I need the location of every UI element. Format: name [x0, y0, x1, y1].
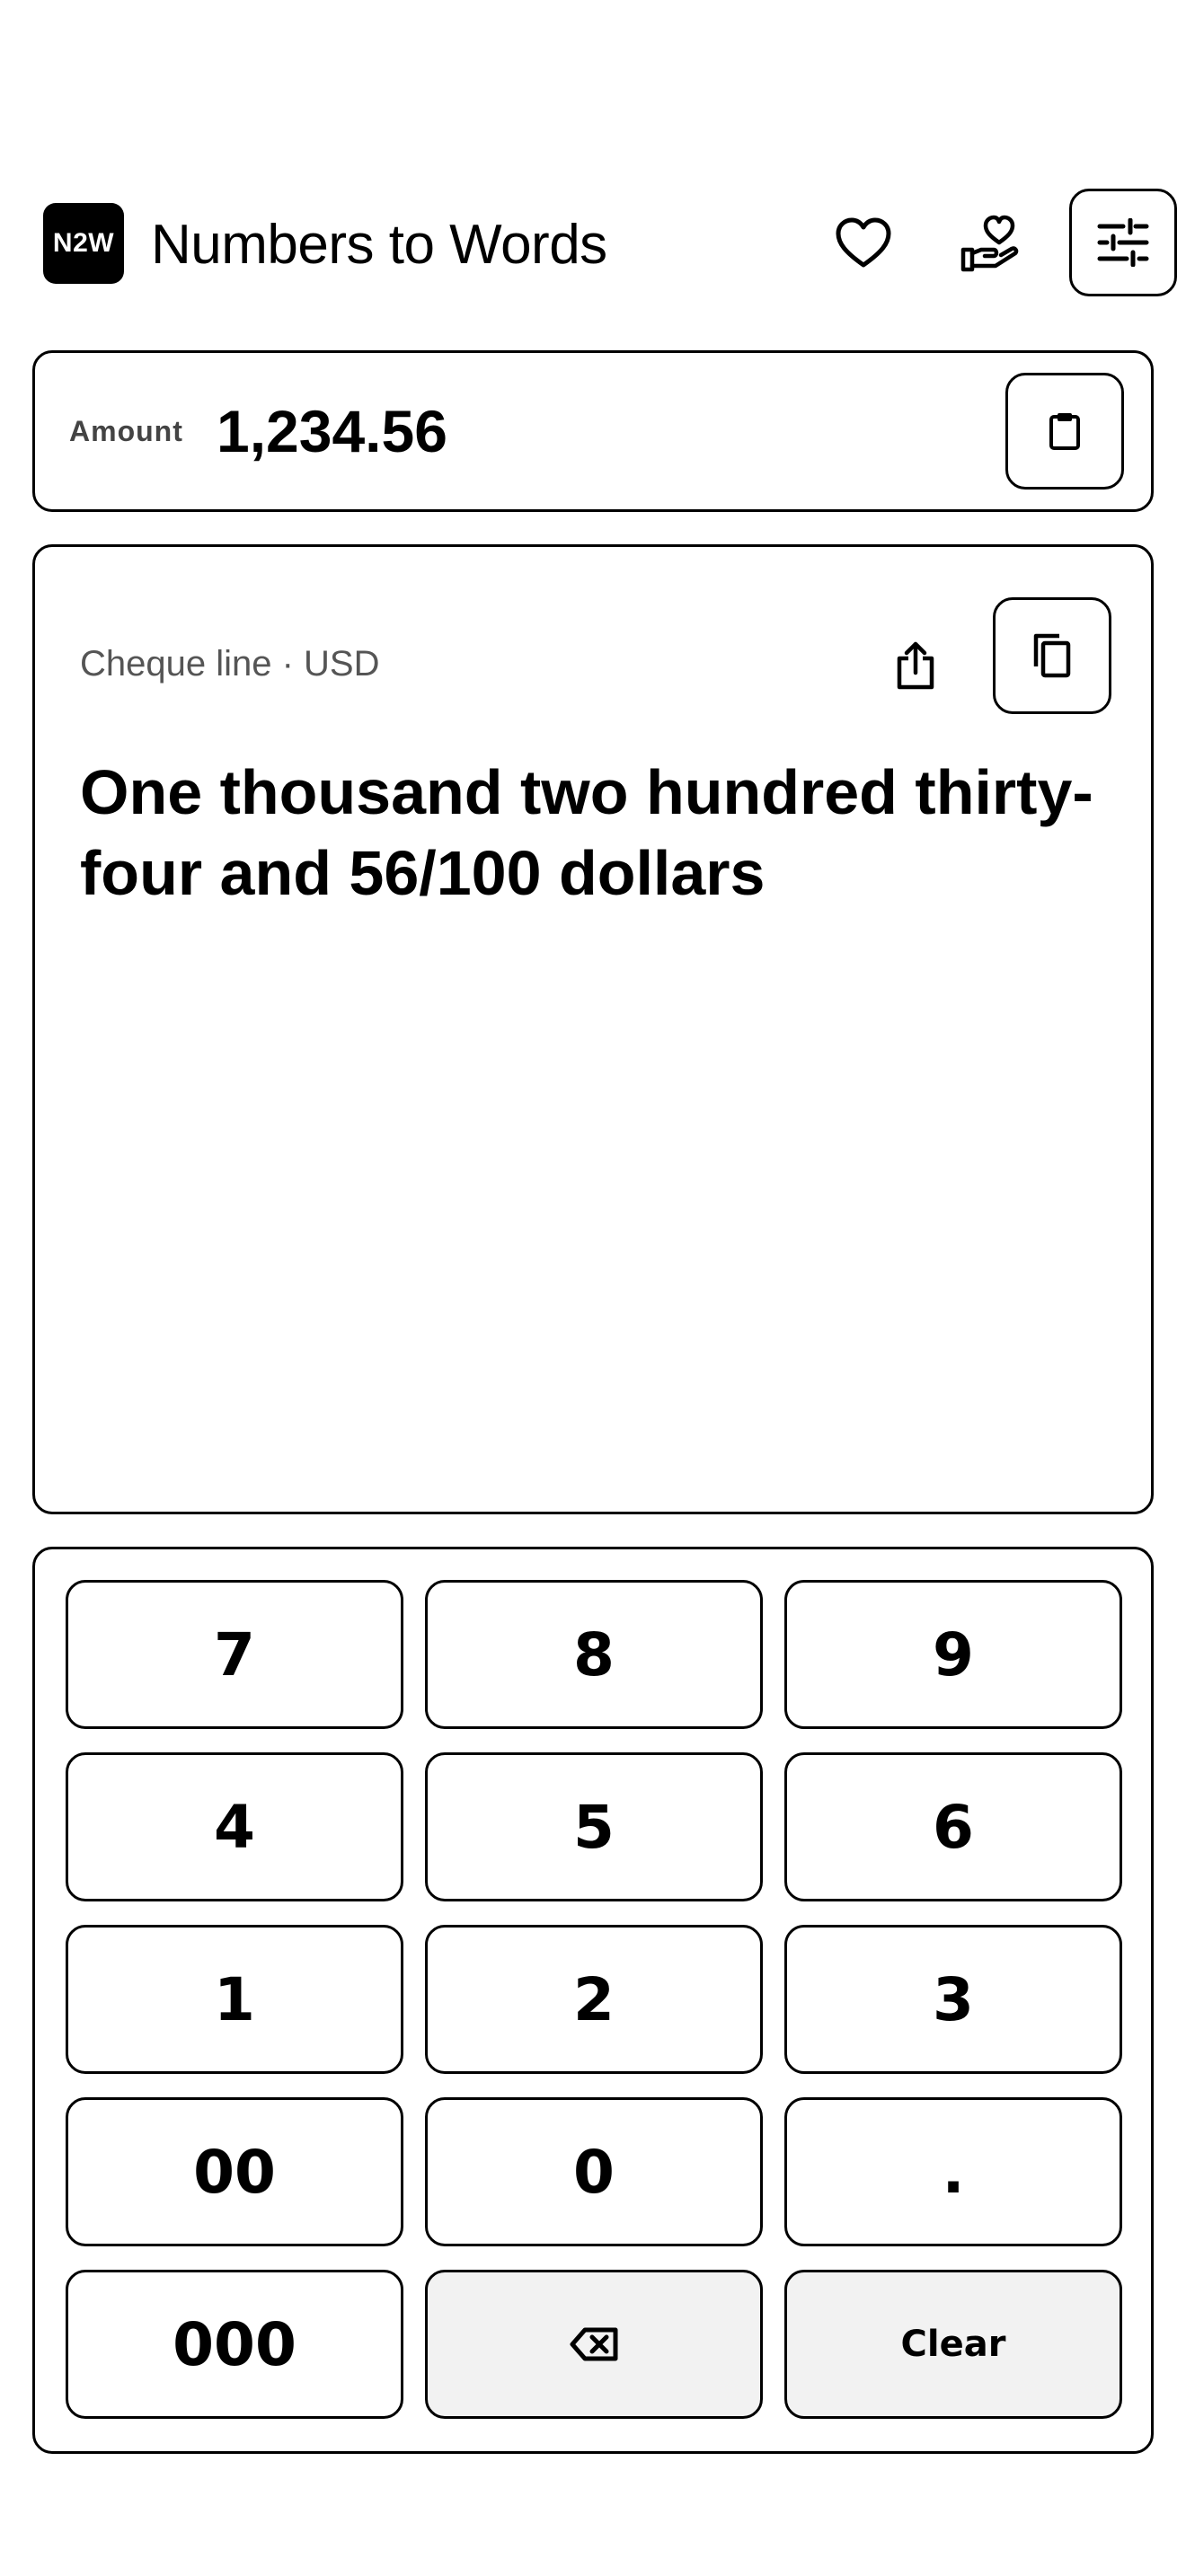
key-5[interactable]: 5	[425, 1752, 763, 1901]
amount-label: Amount	[69, 414, 183, 447]
favorite-button[interactable]	[823, 203, 904, 284]
key-4[interactable]: 4	[66, 1752, 403, 1901]
backspace-key[interactable]	[425, 2270, 763, 2419]
app-title: Numbers to Words	[151, 213, 607, 276]
share-icon	[897, 641, 934, 690]
donate-heart-hand-icon	[960, 215, 1019, 272]
key-1[interactable]: 1	[66, 1925, 403, 2074]
key-8[interactable]: 8	[425, 1580, 763, 1729]
app-logo: N2W	[43, 203, 124, 284]
key-0[interactable]: 0	[425, 2097, 763, 2246]
settings-sliders-icon	[1097, 218, 1149, 267]
backspace-icon	[570, 2327, 618, 2361]
settings-button[interactable]	[1069, 189, 1177, 296]
paste-button[interactable]	[1005, 373, 1124, 490]
amount-input[interactable]: 1,234.56	[217, 353, 447, 509]
result-card: Cheque line · USD One thousand two hundr…	[32, 544, 1154, 1514]
app-screen: N2W Numbers to Words Amount 1,234.56 Che…	[0, 0, 1186, 2576]
result-format-label: Cheque line · USD	[80, 643, 380, 684]
copy-button[interactable]	[993, 597, 1111, 714]
key-9[interactable]: 9	[784, 1580, 1122, 1729]
clipboard-icon	[1049, 413, 1080, 450]
key-decimal[interactable]: .	[784, 2097, 1122, 2246]
copy-icon	[1033, 633, 1071, 678]
donate-button[interactable]	[951, 203, 1031, 284]
key-2[interactable]: 2	[425, 1925, 763, 2074]
logo-text: N2W	[52, 228, 115, 258]
key-6[interactable]: 6	[784, 1752, 1122, 1901]
keypad: 7 8 9 4 5 6 1 2 3 00 0 . 000 Clear	[32, 1547, 1154, 2454]
result-words-text: One thousand two hundred thirty-four and…	[80, 757, 1093, 908]
key-3[interactable]: 3	[784, 1925, 1122, 2074]
share-button[interactable]	[880, 630, 951, 701]
clear-key[interactable]: Clear	[784, 2270, 1122, 2419]
key-00[interactable]: 00	[66, 2097, 403, 2246]
amount-card: Amount 1,234.56	[32, 350, 1154, 512]
key-000[interactable]: 000	[66, 2270, 403, 2419]
key-7[interactable]: 7	[66, 1580, 403, 1729]
heart-icon	[836, 217, 891, 268]
